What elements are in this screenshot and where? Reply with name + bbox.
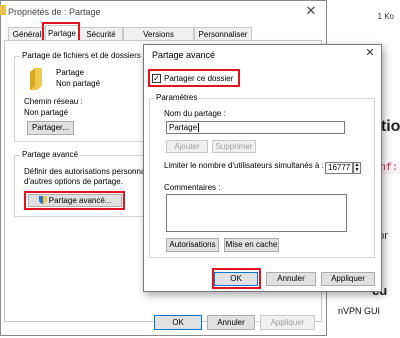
caching-button[interactable]: Mise en cache bbox=[224, 238, 279, 252]
tab-versions[interactable]: Versions précédentes bbox=[123, 27, 194, 52]
share-button[interactable]: Partager... bbox=[27, 121, 74, 135]
tab-personnaliser[interactable]: Personnaliser bbox=[194, 27, 252, 40]
folder-name: Partage bbox=[56, 68, 85, 77]
ok-button[interactable]: OK bbox=[154, 315, 202, 330]
add-button[interactable]: Ajouter bbox=[166, 140, 208, 153]
comments-textarea[interactable] bbox=[166, 194, 347, 232]
permissions-button[interactable]: Autorisations bbox=[166, 238, 219, 252]
share-name-input[interactable]: Partage bbox=[166, 121, 345, 134]
comments-label: Commentaires : bbox=[164, 183, 221, 192]
folder-icon bbox=[30, 68, 42, 90]
limit-input[interactable]: 16777 bbox=[325, 162, 353, 174]
window-title: Propriétés de : Partage bbox=[8, 7, 101, 17]
file-size-text: 1 Ko bbox=[377, 12, 394, 21]
folder-status: Non partagé bbox=[56, 79, 101, 88]
share-name-label: Nom du partage : bbox=[164, 109, 226, 118]
highlight-ok-button bbox=[212, 268, 261, 289]
dialog-title: Partage avancé bbox=[152, 50, 216, 60]
network-path-value: Non partagé bbox=[24, 108, 69, 117]
limit-spinner[interactable]: ▲ ▼ bbox=[353, 162, 361, 174]
share-group-label: Partage de fichiers et de dossiers en bbox=[20, 51, 154, 60]
openvpn-text: nVPN GUI bbox=[338, 306, 381, 316]
highlight-share-checkbox bbox=[148, 69, 240, 87]
dialog-cancel-button[interactable]: Annuler bbox=[266, 272, 316, 286]
folder-icon bbox=[0, 5, 6, 15]
limit-label: Limiter le nombre d'utilisateurs simulta… bbox=[164, 161, 324, 170]
highlight-advanced-button bbox=[24, 191, 125, 210]
apply-button[interactable]: Appliquer bbox=[260, 315, 315, 330]
close-icon[interactable]: ✕ bbox=[300, 3, 322, 19]
advanced-description-2: d'autres options de partage. bbox=[24, 177, 123, 186]
close-icon[interactable]: ✕ bbox=[361, 46, 379, 60]
network-path-label: Chemin réseau : bbox=[24, 97, 83, 106]
dialog-apply-button[interactable]: Appliquer bbox=[321, 272, 375, 286]
share-name-value: Partage bbox=[169, 123, 198, 132]
advanced-group-label: Partage avancé bbox=[20, 150, 81, 159]
tab-securite[interactable]: Sécurité bbox=[79, 27, 123, 40]
cancel-button[interactable]: Annuler bbox=[207, 315, 255, 330]
tab-general[interactable]: Général bbox=[8, 27, 46, 40]
remove-button[interactable]: Supprimer bbox=[212, 140, 256, 153]
advanced-description-1: Définir des autorisations personnalisé bbox=[24, 167, 158, 176]
highlight-tab-partage bbox=[42, 22, 80, 42]
parameters-label: Paramètres bbox=[154, 93, 200, 102]
